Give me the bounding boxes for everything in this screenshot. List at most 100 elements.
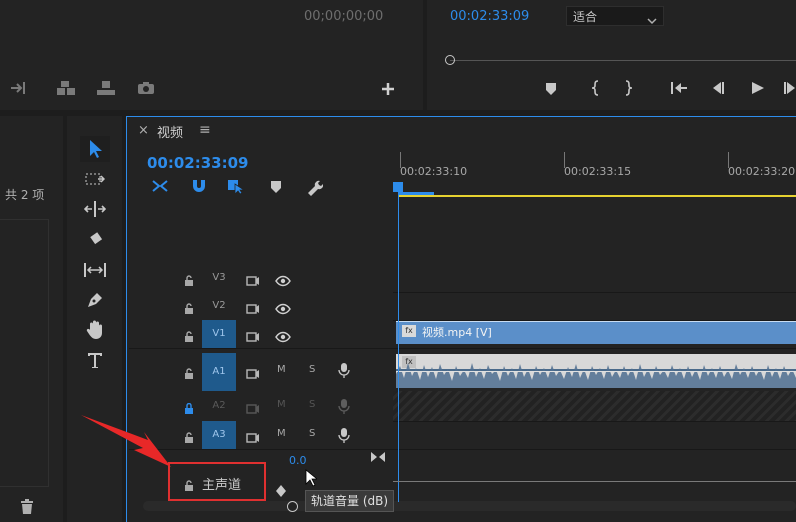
- track-name-a1[interactable]: A1: [202, 353, 236, 391]
- razor-tool-icon[interactable]: [80, 226, 110, 252]
- lane-a2[interactable]: [393, 391, 796, 422]
- track-name-v2[interactable]: V2: [202, 292, 236, 320]
- step-back-icon[interactable]: [710, 81, 726, 95]
- lock-icon[interactable]: [184, 365, 194, 384]
- video-clip-label: 视频.mp4 [V]: [422, 326, 492, 339]
- eye-icon[interactable]: [275, 300, 291, 319]
- mark-out-icon[interactable]: [624, 80, 634, 96]
- source-timecode: 00;00;00;00: [304, 9, 384, 24]
- project-panel: 共 2 项: [0, 116, 63, 522]
- pen-tool-icon[interactable]: [80, 287, 110, 313]
- track-name-v1[interactable]: V1: [202, 320, 236, 348]
- solo-button[interactable]: S: [309, 399, 315, 410]
- lock-icon[interactable]: [184, 328, 194, 347]
- playhead-line[interactable]: [398, 186, 399, 502]
- add-button-icon[interactable]: [381, 82, 395, 96]
- track-name-a3[interactable]: A3: [202, 421, 236, 449]
- camera-icon[interactable]: [137, 81, 155, 95]
- program-timecode[interactable]: 00:02:33:09: [450, 9, 529, 24]
- lane-a3[interactable]: [393, 421, 796, 450]
- go-to-edge-icon[interactable]: [370, 451, 386, 463]
- track-a1[interactable]: A1 M S: [129, 353, 393, 392]
- microphone-icon[interactable]: [338, 427, 350, 447]
- track-name-a2[interactable]: A2: [202, 391, 236, 421]
- lock-icon[interactable]: [184, 400, 194, 419]
- linked-selection-icon[interactable]: [227, 178, 245, 194]
- track-select-tool-icon[interactable]: [80, 166, 110, 192]
- add-marker-icon[interactable]: [545, 82, 557, 96]
- source-monitor-panel: 00;00;00;00: [0, 0, 423, 110]
- audio-clip[interactable]: fx: [396, 354, 796, 388]
- master-volume-line[interactable]: [393, 481, 796, 482]
- fit-dropdown[interactable]: 适合: [566, 6, 664, 26]
- play-icon[interactable]: [750, 81, 766, 95]
- add-marker-timeline-icon[interactable]: [270, 180, 282, 194]
- master-volume-value[interactable]: 0.0: [289, 454, 307, 467]
- wrench-icon[interactable]: [305, 178, 323, 196]
- eye-icon[interactable]: [275, 328, 291, 347]
- sync-lock-icon[interactable]: [246, 429, 260, 448]
- mouse-cursor-icon: [305, 469, 317, 487]
- keyframe-icon[interactable]: [275, 484, 287, 498]
- time-ruler[interactable]: 00:02:33:10 00:02:33:15 00:02:33:20: [393, 148, 796, 196]
- track-v2[interactable]: V2: [129, 292, 393, 321]
- scroll-handle-left[interactable]: [287, 501, 298, 512]
- sync-lock-icon[interactable]: [246, 272, 260, 291]
- tab-close-button[interactable]: ×: [138, 123, 149, 138]
- snap-magnet-icon[interactable]: [191, 178, 207, 194]
- timeline-timecode[interactable]: 00:02:33:09: [147, 154, 249, 172]
- insert-icon[interactable]: [10, 81, 28, 95]
- mute-button[interactable]: M: [277, 399, 286, 410]
- overwrite-icon[interactable]: [56, 80, 76, 96]
- type-tool-icon[interactable]: [80, 347, 110, 373]
- sync-lock-icon[interactable]: [246, 328, 260, 347]
- slip-tool-icon[interactable]: [80, 257, 110, 283]
- lock-icon[interactable]: [184, 477, 194, 496]
- step-forward-icon[interactable]: [783, 81, 796, 95]
- solo-button[interactable]: S: [309, 428, 315, 439]
- lane-v2[interactable]: [393, 292, 796, 321]
- trash-icon[interactable]: [20, 499, 34, 514]
- tooltip: 轨道音量 (dB): [305, 490, 395, 512]
- lane-v3[interactable]: [393, 264, 796, 293]
- hand-tool-icon[interactable]: [80, 317, 110, 343]
- ruler-label-1: 00:02:33:10: [400, 165, 468, 178]
- selection-tool-icon[interactable]: [80, 136, 110, 162]
- track-name-v3[interactable]: V3: [202, 264, 236, 292]
- timeline-tab-title[interactable]: 视频: [157, 122, 183, 141]
- go-to-in-icon[interactable]: [670, 81, 688, 95]
- microphone-icon[interactable]: [338, 398, 350, 418]
- tab-menu-icon[interactable]: ≡: [199, 122, 211, 138]
- eye-icon[interactable]: [275, 272, 291, 291]
- lock-icon[interactable]: [184, 300, 194, 319]
- sync-lock-icon[interactable]: [246, 400, 260, 419]
- track-v3[interactable]: V3: [129, 264, 393, 293]
- video-clip[interactable]: fx 视频.mp4 [V]: [396, 321, 796, 344]
- lock-icon[interactable]: [184, 429, 194, 448]
- microphone-icon[interactable]: [338, 362, 350, 382]
- zoom-slider-handle[interactable]: [445, 55, 455, 65]
- mark-in-icon[interactable]: [590, 80, 600, 96]
- export-frame-icon[interactable]: [96, 80, 116, 96]
- solo-button[interactable]: S: [309, 364, 315, 375]
- project-item-count: 共 2 项: [5, 188, 45, 202]
- zoom-slider-track[interactable]: [450, 60, 796, 61]
- master-track-label[interactable]: 主声道: [202, 474, 241, 493]
- lock-icon[interactable]: [184, 272, 194, 291]
- chevron-down-icon: [647, 10, 657, 29]
- sync-lock-icon[interactable]: [246, 300, 260, 319]
- ripple-edit-tool-icon[interactable]: [80, 196, 110, 222]
- work-area-bar[interactable]: [398, 195, 796, 197]
- mute-button[interactable]: M: [277, 364, 286, 375]
- sync-lock-icon[interactable]: [246, 365, 260, 384]
- program-monitor-panel: 00:02:33:09 适合: [427, 0, 796, 110]
- annotation-arrow-icon: [78, 412, 174, 486]
- playhead-handle[interactable]: [393, 182, 403, 192]
- track-v1[interactable]: V1: [129, 320, 393, 349]
- project-bin-area[interactable]: [0, 219, 49, 487]
- horizontal-scrollbar[interactable]: [143, 501, 796, 511]
- ruler-label-2: 00:02:33:15: [564, 165, 632, 178]
- snap-nest-icon[interactable]: [151, 179, 169, 193]
- fx-badge[interactable]: fx: [402, 325, 416, 337]
- mute-button[interactable]: M: [277, 428, 286, 439]
